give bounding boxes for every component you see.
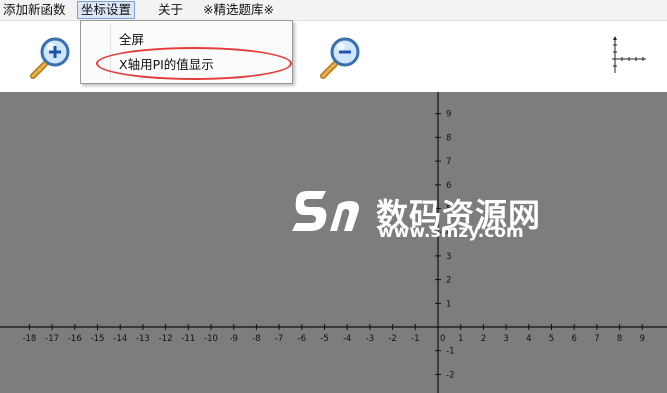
x-tick-label: -18 bbox=[22, 334, 36, 344]
x-tick-label: -1 bbox=[411, 334, 419, 344]
x-tick-label: -11 bbox=[181, 334, 195, 344]
graph-canvas[interactable]: -18 -17 -16 -15 -14 -13 -12 -11 -10 -9 -8 -7 -6 -5 -4-… bbox=[0, 92, 667, 393]
x-tick-label: -17 bbox=[45, 334, 59, 344]
zoom-in-icon[interactable] bbox=[28, 33, 76, 81]
menu-about[interactable]: 关于 bbox=[155, 1, 186, 19]
y-tick-label: 3 bbox=[446, 252, 451, 262]
x-tick-label: -9 bbox=[229, 334, 237, 344]
menu-add-function[interactable]: 添加新函数 bbox=[0, 1, 69, 19]
x-tick-label: 9 bbox=[640, 334, 645, 344]
menu-bar: 添加新函数 坐标设置 关于 ※精选题库※ bbox=[0, 0, 667, 21]
x-tick-label: -15 bbox=[91, 334, 105, 344]
zoom-out-icon[interactable] bbox=[318, 33, 366, 81]
x-tick-label: -12 bbox=[159, 334, 173, 344]
menu-axis-settings[interactable]: 坐标设置 bbox=[77, 1, 136, 19]
x-tick-label: -16 bbox=[68, 334, 82, 344]
x-tick-label: -10 bbox=[204, 334, 218, 344]
x-tick-label: 0 bbox=[440, 334, 445, 344]
x-tick-label: 5 bbox=[549, 334, 554, 344]
y-tick-label: -2 bbox=[446, 370, 454, 380]
x-tick-label: 8 bbox=[617, 334, 622, 344]
x-tick-label: -5 bbox=[320, 334, 328, 344]
x-tick-label: 6 bbox=[571, 334, 576, 344]
x-tick-label: 2 bbox=[481, 334, 486, 344]
menu-item-fullscreen[interactable]: 全屏 bbox=[119, 29, 144, 48]
x-tick-label: -6 bbox=[298, 334, 306, 344]
x-tick-label: -3 bbox=[366, 334, 374, 344]
highlight-ellipse bbox=[96, 47, 292, 80]
x-tick-label: 3 bbox=[503, 334, 508, 344]
x-tick-label: -13 bbox=[136, 334, 150, 344]
x-tick-label: -8 bbox=[252, 334, 260, 344]
x-tick-label: 1 bbox=[458, 334, 463, 344]
x-tick-label: -7 bbox=[275, 334, 283, 344]
y-tick-label: 1 bbox=[446, 299, 451, 309]
x-tick-label: -2 bbox=[388, 334, 396, 344]
watermark-logo-icon bbox=[286, 187, 366, 241]
x-tick-label: -4 bbox=[343, 334, 351, 344]
coordinate-plane: -18 -17 -16 -15 -14 -13 -12 -11 -10 -9 -8 -7 -6 -5 -4-… bbox=[0, 92, 667, 393]
y-tick-label: -1 bbox=[446, 347, 454, 357]
y-tick-label: 8 bbox=[446, 133, 451, 143]
x-tick-label: 7 bbox=[594, 334, 599, 344]
y-tick-label: 9 bbox=[446, 110, 451, 120]
x-tick-label: 4 bbox=[526, 334, 531, 344]
x-tick-label: -14 bbox=[113, 334, 127, 344]
y-tick-label: 2 bbox=[446, 276, 451, 286]
watermark-url: www.smzy.com bbox=[378, 222, 524, 242]
axis-thumbnail-icon[interactable] bbox=[608, 35, 648, 75]
y-tick-label: 7 bbox=[446, 157, 451, 167]
menu-question-bank[interactable]: ※精选题库※ bbox=[200, 1, 277, 19]
